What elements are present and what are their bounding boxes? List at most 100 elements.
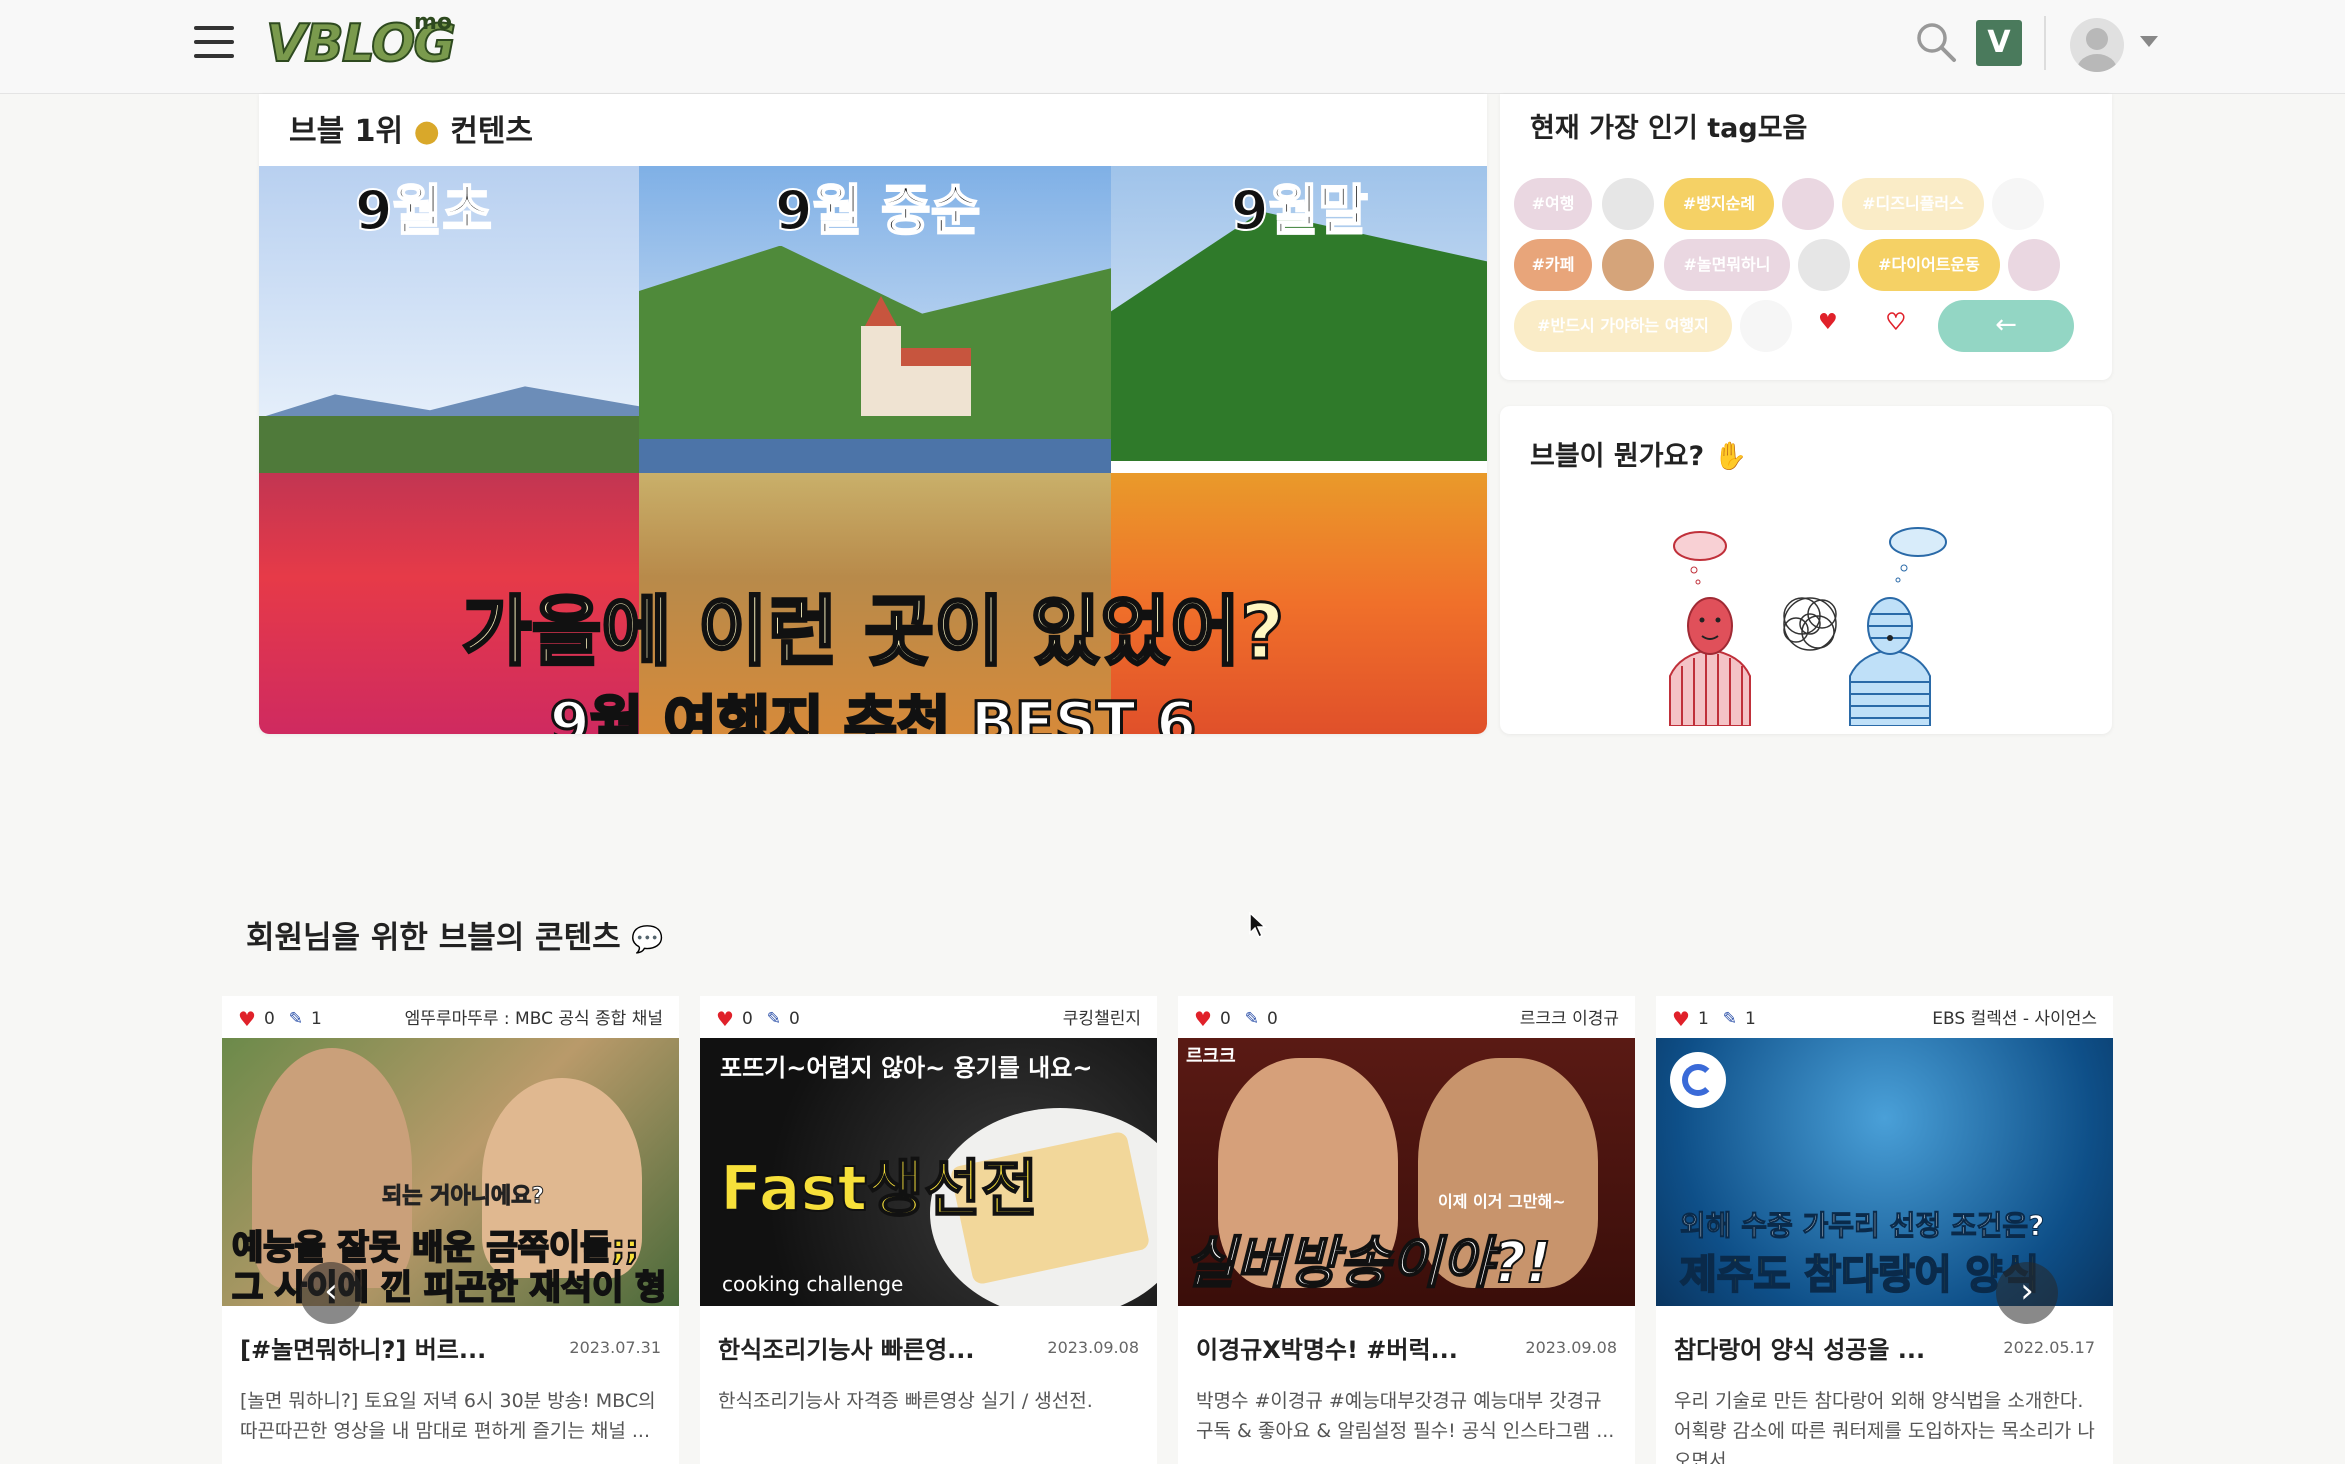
thumb-side-text: 이제 이거 그만해~	[1438, 1192, 1566, 1211]
video-card[interactable]: ♥ 0 ✎ 1 엠뚜루마뚜루 : MBC 공식 종합 채널 되는 거아니에요? 예능…	[222, 996, 679, 1464]
thumb-main-text: 실버방송이야?!	[1183, 1230, 1552, 1297]
tags-back-button[interactable]: ←	[1938, 300, 2074, 352]
comment-count: 1	[1745, 1009, 1756, 1029]
comment-count: 1	[311, 1009, 322, 1029]
video-thumbnail[interactable]: 되는 거아니에요? 예능을 잘못 배운 금쪽이들;; 그 사이에 낀 피곤한 재…	[222, 1038, 679, 1306]
menu-icon[interactable]	[194, 26, 234, 58]
recommended-section-title: 회원님을 위한 브블의 콘텐츠 💬	[246, 920, 664, 956]
chevron-down-icon[interactable]	[2140, 36, 2158, 47]
heart-icon[interactable]: ♥	[238, 1007, 256, 1031]
tag-pill[interactable]: #뱅지순례	[1664, 178, 1774, 230]
like-count: 0	[1219, 1009, 1231, 1029]
video-title[interactable]: 이경규X박명수! #버럭...	[1196, 1330, 1458, 1365]
heart-filled-icon[interactable]: ♥	[1818, 310, 1838, 335]
tag-pill[interactable]	[1992, 178, 2044, 230]
card-stats: ♥ 0 ✎ 0	[1194, 1004, 1292, 1034]
thumb-brand: cooking challenge	[722, 1272, 904, 1296]
card-stats: ♥ 0 ✎ 0	[716, 1004, 814, 1034]
video-card[interactable]: ♥ 1 ✎ 1 EBS 컬렉션 - 사이언스 외해 수중 가두리 선정 조건은? 제…	[1656, 996, 2113, 1464]
video-card[interactable]: ♥ 0 ✎ 0 쿠킹챌린지 포뜨기~어렵지 않아~ 용기를 내요~ Fast생선전 …	[700, 996, 1157, 1464]
tag-pill[interactable]	[1602, 178, 1654, 230]
heart-icon[interactable]: ♥	[1672, 1007, 1690, 1031]
video-card[interactable]: ♥ 0 ✎ 0 르크크 이경규 르크크 이제 이거 그만해~ 실버방송이야?! 이경…	[1178, 996, 1635, 1464]
thinking-people-illustration	[1669, 527, 1947, 726]
thumb-text-line2: 제주도 참다랑어 양식	[1679, 1251, 2040, 1299]
like-count: 1	[1697, 1009, 1709, 1029]
heart-icon[interactable]: ♥	[1194, 1007, 1212, 1031]
video-date: 2023.09.08	[1047, 1338, 1139, 1357]
tag-pill[interactable]	[1798, 239, 1850, 291]
like-count: 0	[741, 1009, 753, 1029]
tag-pill[interactable]: #디즈니플러스	[1842, 178, 1984, 230]
avatar[interactable]	[2070, 18, 2124, 72]
video-thumbnail[interactable]: 포뜨기~어렵지 않아~ 용기를 내요~ Fast생선전 cooking chal…	[700, 1038, 1157, 1306]
pencil-icon: ✎	[1722, 1009, 1738, 1029]
channel-name: EBS 컬렉션 - 사이언스	[1932, 1009, 2097, 1029]
channel-name: 쿠킹챌린지	[1062, 1009, 1141, 1029]
video-description: 한식조리기능사 자격증 빠른영상 실기 / 생선전.	[718, 1390, 1093, 1412]
tag-pill[interactable]: #카페	[1514, 239, 1592, 291]
tag-pill[interactable]: #반드시 가야하는 여행지	[1514, 300, 1732, 352]
user-icon	[2077, 28, 2117, 72]
top-header: VBLOG mo V	[0, 0, 2345, 94]
video-date: 2023.09.08	[1525, 1338, 1617, 1357]
popular-tags-card: 현재 가장 인기 tag모음 #여행 #뱅지순례 #디즈니플러스 #카페 #놀면…	[1500, 94, 2112, 380]
heart-icon[interactable]: ♥	[716, 1007, 734, 1031]
tag-pill[interactable]: #놀면뭐하니	[1664, 239, 1790, 291]
pencil-icon: ✎	[1244, 1009, 1260, 1029]
video-title[interactable]: 한식조리기능사 빠른영...	[718, 1330, 975, 1365]
thumb-text-line1: 외해 수중 가두리 선정 조건은?	[1679, 1209, 2045, 1243]
video-date: 2022.05.17	[2003, 1338, 2095, 1357]
video-description: 박명수 #이경규 #예능대부갓경규 예능대부 갓경규 구독 & 좋아요 & 알림…	[1196, 1390, 1615, 1442]
tag-pill[interactable]	[1782, 178, 1834, 230]
thumb-badge: 되는 거아니에요?	[381, 1184, 545, 1210]
chapel-image	[861, 326, 901, 416]
thumb-text-line2: 그 사이에 낀 피곤한 재석이 형	[231, 1267, 668, 1306]
video-title[interactable]: 참다랑어 양식 성공을 ...	[1674, 1330, 1925, 1365]
comment-count: 0	[1267, 1009, 1278, 1029]
tag-pill[interactable]	[2008, 239, 2060, 291]
logo-superscript: mo	[414, 10, 453, 35]
tag-pill[interactable]	[1740, 300, 1792, 352]
vblog-badge-button[interactable]: V	[1976, 20, 2022, 66]
thumb-main-text: Fast생선전	[719, 1151, 1039, 1226]
search-icon[interactable]	[1914, 20, 1958, 64]
header-divider	[2044, 16, 2046, 70]
tag-pill[interactable]: #여행	[1514, 178, 1592, 230]
hero-caption-line2: 9월 여행지 추천 BEST 6	[548, 688, 1198, 735]
video-title[interactable]: [#놀면뭐하니?] 버르...	[240, 1330, 486, 1365]
tag-pill[interactable]	[1602, 239, 1654, 291]
channel-name: 르크크 이경규	[1519, 1009, 1619, 1029]
popular-tags-title: 현재 가장 인기 tag모음	[1530, 113, 1808, 144]
video-thumbnail[interactable]: 외해 수중 가두리 선정 조건은? 제주도 참다랑어 양식	[1656, 1038, 2113, 1306]
speech-bubble-icon: 💬	[631, 925, 664, 955]
comment-count: 0	[789, 1009, 800, 1029]
channel-name: 엠뚜루마뚜루 : MBC 공식 종합 채널	[404, 1009, 663, 1029]
medal-icon: ●	[413, 114, 440, 149]
mouse-cursor-icon	[1249, 912, 1267, 939]
hero-label-3: 9월말	[1230, 178, 1369, 243]
tag-pill[interactable]: #다이어트운동	[1858, 239, 2000, 291]
about-vblog-card: 브블이 뭔가요? ✋	[1500, 406, 2112, 734]
like-count: 0	[263, 1009, 275, 1029]
thumb-top-text: 포뜨기~어렵지 않아~ 용기를 내요~	[720, 1054, 1093, 1082]
hero-label-2: 9월 중순	[774, 178, 981, 243]
thumb-top-text: 르크크	[1186, 1046, 1236, 1067]
raising-hand-icon: ✋	[1713, 441, 1748, 472]
video-description: 우리 기술로 만든 참다랑어 외해 양식법을 소개한다. 어획량 감소에 따른 …	[1674, 1390, 2095, 1464]
logo[interactable]: VBLOG mo	[265, 8, 457, 80]
pencil-icon: ✎	[766, 1009, 782, 1029]
carousel-next-button[interactable]: ›	[1996, 1262, 2058, 1324]
card-stats: ♥ 0 ✎ 1	[238, 1004, 336, 1034]
top-content-thumbnail[interactable]: 9월초 9월 중순 9월말 가을에 이런 곳이 있었어? 9월 여행지 추천 B…	[259, 166, 1487, 734]
video-thumbnail[interactable]: 르크크 이제 이거 그만해~ 실버방송이야?!	[1178, 1038, 1635, 1306]
card-stats: ♥ 1 ✎ 1	[1672, 1004, 1770, 1034]
top-content-title: 브블 1위 ● 컨텐츠	[289, 114, 534, 149]
top-content-card: 브블 1위 ● 컨텐츠 9월초 9월 중순 9월말 가을에 이런 곳이 있었어?…	[259, 94, 1487, 734]
heart-outline-icon[interactable]: ♥	[1885, 309, 1906, 336]
video-date: 2023.07.31	[569, 1338, 661, 1357]
carousel-prev-button[interactable]: ‹	[300, 1262, 362, 1324]
about-vblog-title: 브블이 뭔가요? ✋	[1530, 441, 1748, 472]
hero-label-1: 9월초	[354, 178, 493, 243]
video-description: [놀면 뭐하니?] 토요일 저녁 6시 30분 방송! MBC의 따끈따끈한 영…	[240, 1390, 656, 1442]
